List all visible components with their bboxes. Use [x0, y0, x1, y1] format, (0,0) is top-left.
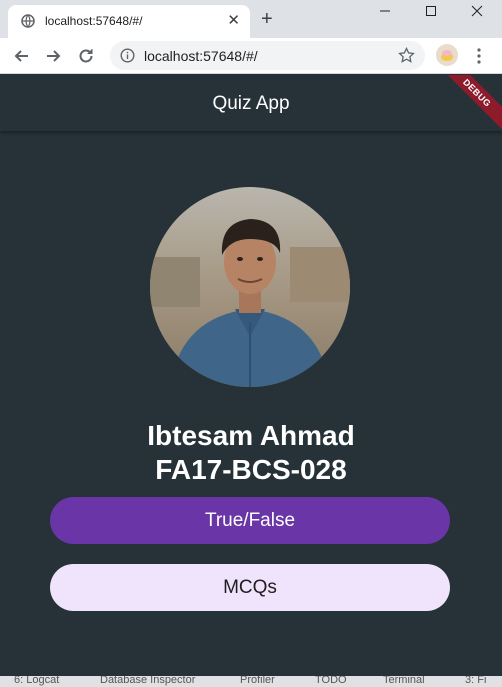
debug-banner-container: DEBUG: [0, 75, 502, 135]
ide-tool-database-inspector[interactable]: Database Inspector: [100, 676, 195, 686]
globe-icon: [21, 14, 35, 28]
menu-icon[interactable]: [472, 47, 486, 65]
address-bar[interactable]: localhost:57648/#/: [110, 41, 425, 70]
browser-toolbar: localhost:57648/#/: [0, 38, 502, 74]
profile-photo: [150, 187, 350, 387]
profile-avatar-icon[interactable]: [436, 44, 458, 66]
reload-icon[interactable]: [76, 46, 96, 66]
maximize-icon[interactable]: [422, 2, 440, 20]
true-false-button[interactable]: True/False: [50, 497, 450, 544]
ide-tool-strip: 6: Logcat Database Inspector Profiler TO…: [0, 676, 502, 687]
ide-tool-logcat[interactable]: 6: Logcat: [14, 676, 59, 686]
back-arrow-icon[interactable]: [12, 46, 32, 66]
browser-tab[interactable]: localhost:57648/#/ ✕: [8, 5, 250, 38]
student-id: FA17-BCS-028: [155, 454, 347, 485]
ide-tool-todo[interactable]: TODO: [315, 676, 347, 686]
window-close-icon[interactable]: [468, 2, 486, 20]
forward-arrow-icon[interactable]: [43, 46, 63, 66]
debug-banner: DEBUG: [432, 75, 502, 135]
minimize-icon[interactable]: [376, 2, 394, 20]
student-name: Ibtesam Ahmad: [147, 420, 355, 451]
ide-tool-terminal[interactable]: Terminal: [383, 676, 425, 686]
info-icon[interactable]: [120, 48, 135, 63]
ide-tool-profiler[interactable]: Profiler: [240, 676, 275, 686]
browser-tabstrip: localhost:57648/#/ ✕ +: [0, 0, 502, 38]
tab-close-icon[interactable]: ✕: [227, 13, 240, 28]
new-tab-button[interactable]: +: [261, 9, 273, 29]
url-text[interactable]: localhost:57648/#/: [144, 48, 258, 64]
ide-tool-find[interactable]: 3: Fi: [465, 676, 486, 686]
mcqs-button[interactable]: MCQs: [50, 564, 450, 611]
tab-title: localhost:57648/#/: [45, 14, 143, 28]
star-icon[interactable]: [398, 47, 415, 64]
